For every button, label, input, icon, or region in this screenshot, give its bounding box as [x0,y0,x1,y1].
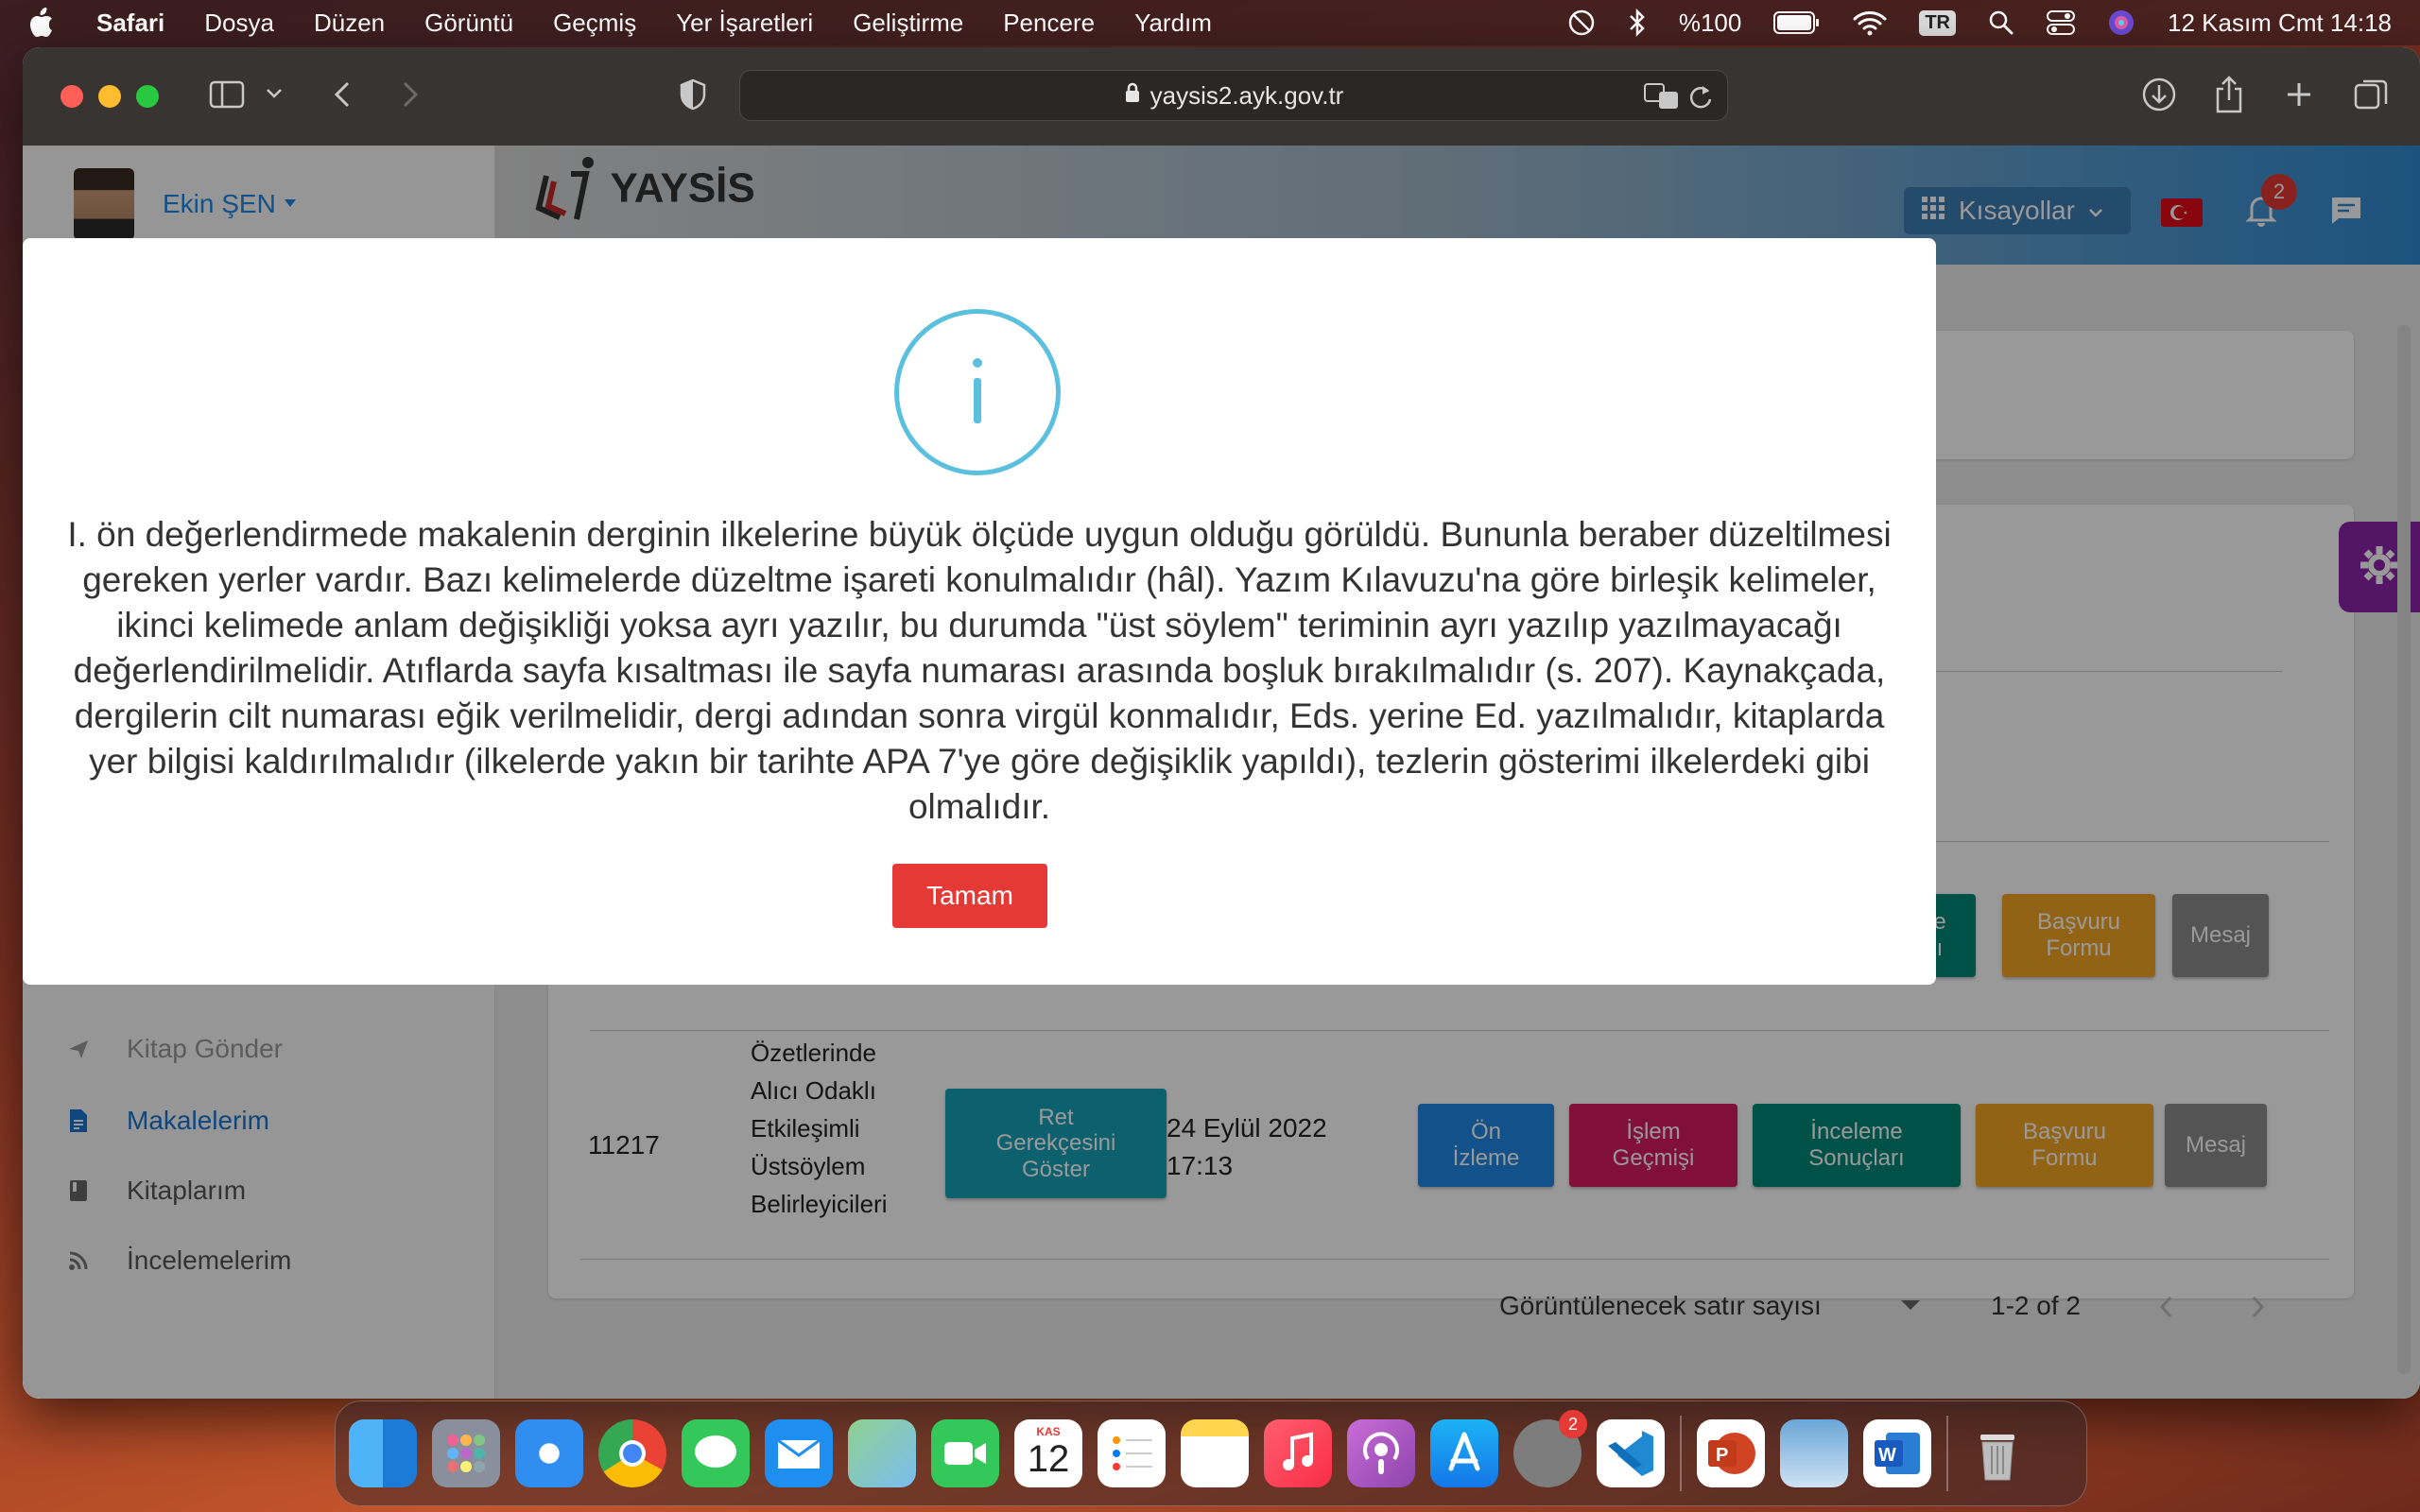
settings-badge: 2 [1559,1410,1587,1438]
control-center-icon[interactable] [2047,9,2075,36]
mail-app-icon[interactable] [765,1419,833,1487]
preview-app-icon[interactable] [1780,1419,1848,1487]
menu-gelistirme[interactable]: Geliştirme [853,9,963,38]
apple-menu-icon[interactable] [28,7,60,39]
macos-dock: KAS 12 2 P W [335,1400,2087,1506]
lock-icon [1124,81,1141,111]
menu-gecmis[interactable]: Geçmiş [553,9,636,38]
notes-app-icon[interactable] [1181,1419,1249,1487]
safari-app-icon[interactable] [515,1419,583,1487]
spotlight-search-icon[interactable] [1988,9,2014,36]
chevron-down-icon[interactable] [265,87,284,105]
input-source-badge[interactable]: TR [1919,9,1956,36]
new-tab-plus-icon[interactable] [2282,76,2316,118]
focus-icon[interactable] [1567,9,1596,37]
url-text: yaysis2.ayk.gov.tr [1150,80,1344,110]
safari-toolbar: yaysis2.ayk.gov.tr [23,47,2420,146]
maps-app-icon[interactable] [848,1419,916,1487]
safari-window: yaysis2.ayk.gov.tr Ekin ŞEN Kitap Gönder… [23,47,2420,1399]
facetime-app-icon[interactable] [931,1419,999,1487]
window-controls [60,85,159,108]
dock-separator [1946,1416,1948,1491]
menu-yer-isaretleri[interactable]: Yer İşaretleri [676,9,813,38]
menu-yardim[interactable]: Yardım [1134,9,1212,38]
close-window-button[interactable] [60,85,83,108]
menu-safari[interactable]: Safari [96,9,164,38]
reload-icon[interactable] [1687,82,1714,117]
menu-goruntu[interactable]: Görüntü [424,9,513,38]
macos-menubar: Safari Dosya Düzen Görüntü Geçmiş Yer İş… [0,0,2420,45]
bluetooth-icon[interactable] [1628,9,1647,37]
translate-icon[interactable] [1644,82,1680,117]
app-store-app-icon[interactable] [1430,1419,1498,1487]
finder-app-icon[interactable] [349,1419,417,1487]
siri-icon[interactable] [2107,9,2135,37]
back-arrow-icon[interactable] [329,76,357,118]
wifi-icon[interactable] [1853,9,1887,36]
privacy-shield-icon[interactable] [677,76,709,118]
share-icon[interactable] [2212,76,2246,118]
menu-dosya[interactable]: Dosya [204,9,274,38]
messages-app-icon[interactable] [682,1419,750,1487]
tamam-button[interactable]: Tamam [892,864,1047,928]
podcasts-app-icon[interactable] [1347,1419,1415,1487]
calendar-month: KAS [1036,1425,1061,1438]
launchpad-app-icon[interactable] [432,1419,500,1487]
trash-icon[interactable] [1963,1419,2031,1487]
forward-arrow-icon[interactable] [395,76,424,118]
zoom-window-button[interactable] [136,85,159,108]
dock-separator [1680,1416,1682,1491]
powerpoint-app-icon[interactable]: P [1697,1419,1765,1487]
calendar-day: 12 [1027,1438,1070,1480]
tab-overview-icon[interactable] [2352,76,2390,118]
address-bar[interactable]: yaysis2.ayk.gov.tr [739,70,1728,121]
vscode-app-icon[interactable] [1597,1419,1665,1487]
downloads-icon[interactable] [2140,76,2178,118]
svg-text:P: P [1716,1445,1728,1466]
menubar-clock[interactable]: 12 Kasım Cmt 14:18 [2168,9,2392,38]
system-settings-app-icon[interactable]: 2 [1513,1410,1587,1487]
info-modal: I. ön değerlendirmede makalenin derginin… [23,238,1936,985]
menu-duzen[interactable]: Düzen [314,9,385,38]
battery-icon[interactable] [1773,10,1821,35]
minimize-window-button[interactable] [98,85,121,108]
word-app-icon[interactable]: W [1863,1419,1931,1487]
svg-text:W: W [1878,1445,1896,1466]
menu-pencere[interactable]: Pencere [1003,9,1095,38]
music-app-icon[interactable] [1264,1419,1332,1487]
sidebar-toggle-icon[interactable] [208,76,246,118]
reminders-app-icon[interactable] [1098,1419,1166,1487]
chrome-app-icon[interactable] [598,1419,666,1487]
battery-percent: %100 [1678,8,1742,37]
calendar-app-icon[interactable]: KAS 12 [1014,1419,1082,1487]
modal-message: I. ön değerlendirmede makalenin derginin… [67,515,1892,826]
info-icon [894,309,1061,475]
